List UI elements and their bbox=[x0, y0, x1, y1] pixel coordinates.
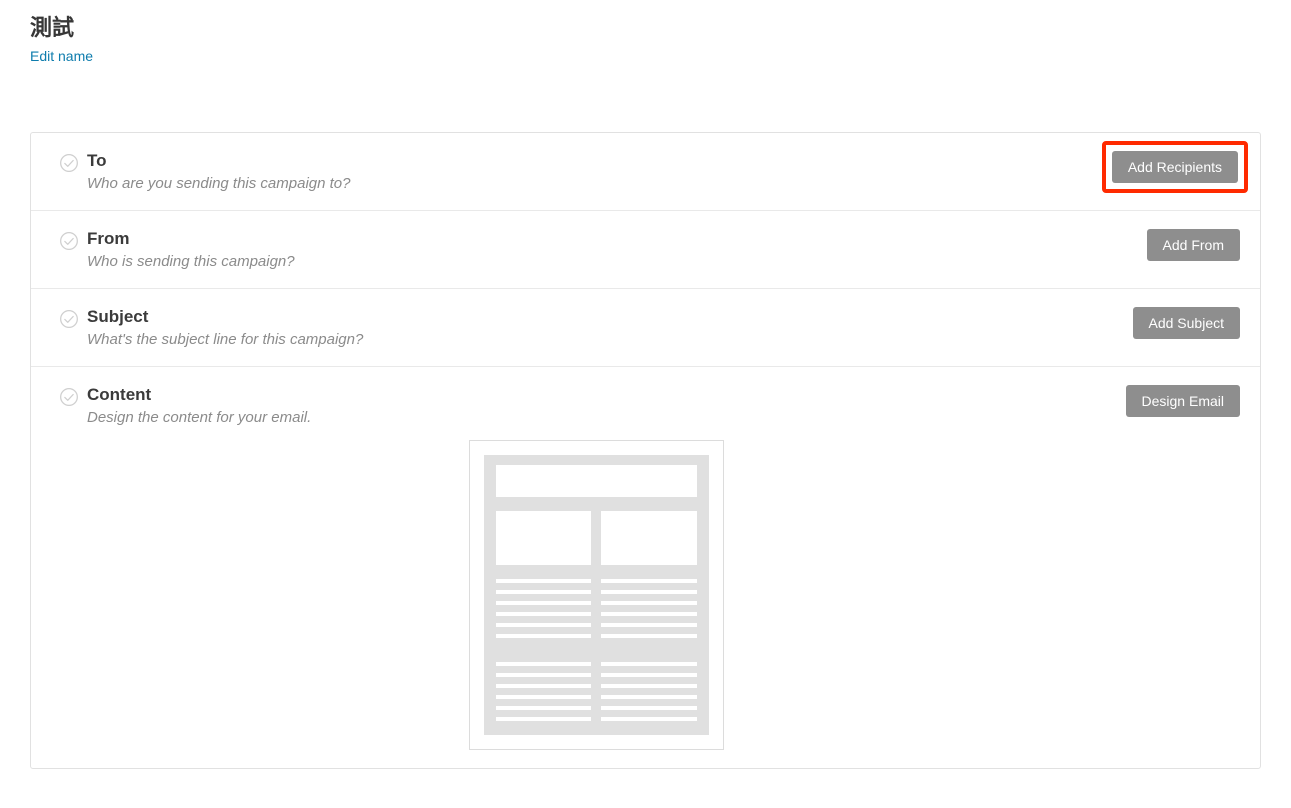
section-to-title: To bbox=[87, 151, 1082, 171]
section-content: Content Design the content for your emai… bbox=[31, 367, 1260, 768]
design-email-button[interactable]: Design Email bbox=[1126, 385, 1240, 417]
section-from-desc: Who is sending this campaign? bbox=[87, 253, 1127, 270]
section-from: From Who is sending this campaign? Add F… bbox=[31, 211, 1260, 289]
section-subject-title: Subject bbox=[87, 307, 1113, 327]
email-preview-thumbnail[interactable] bbox=[469, 440, 724, 750]
highlight-add-recipients: Add Recipients bbox=[1102, 141, 1248, 193]
campaign-setup-card: To Who are you sending this campaign to?… bbox=[30, 132, 1261, 769]
check-circle-icon bbox=[59, 231, 79, 251]
placeholder-image bbox=[496, 511, 592, 565]
check-circle-icon bbox=[59, 309, 79, 329]
placeholder-text-lines bbox=[601, 579, 697, 721]
campaign-title: 測試 bbox=[30, 10, 1261, 42]
section-from-title: From bbox=[87, 229, 1127, 249]
add-from-button[interactable]: Add From bbox=[1147, 229, 1240, 261]
section-subject: Subject What's the subject line for this… bbox=[31, 289, 1260, 367]
placeholder-hero bbox=[496, 465, 697, 497]
add-subject-button[interactable]: Add Subject bbox=[1133, 307, 1241, 339]
edit-name-link[interactable]: Edit name bbox=[30, 48, 93, 64]
check-circle-icon bbox=[59, 387, 79, 407]
section-to-desc: Who are you sending this campaign to? bbox=[87, 175, 1082, 192]
section-content-desc: Design the content for your email. bbox=[87, 409, 1106, 426]
section-to: To Who are you sending this campaign to?… bbox=[31, 133, 1260, 211]
section-subject-desc: What's the subject line for this campaig… bbox=[87, 331, 1113, 348]
placeholder-text-lines bbox=[496, 579, 592, 721]
placeholder-image bbox=[601, 511, 697, 565]
add-recipients-button[interactable]: Add Recipients bbox=[1112, 151, 1238, 183]
check-circle-icon bbox=[59, 153, 79, 173]
section-content-title: Content bbox=[87, 385, 1106, 405]
